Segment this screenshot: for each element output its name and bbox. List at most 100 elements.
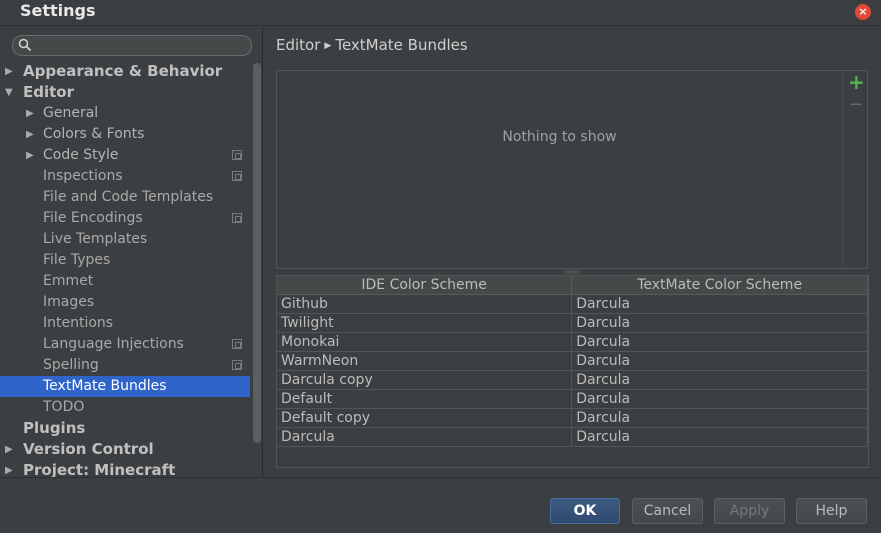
- textmate-color-scheme-cell[interactable]: Darcula: [571, 332, 868, 352]
- tree-item-label: Language Injections: [43, 336, 184, 352]
- bundles-toolbar: + −: [842, 71, 867, 268]
- project-settings-icon: [232, 213, 242, 223]
- textmate-color-scheme-cell[interactable]: Darcula: [571, 427, 868, 447]
- ide-color-scheme-cell[interactable]: Darcula copy: [277, 370, 573, 390]
- tree-item-general[interactable]: ▶ General: [0, 103, 250, 124]
- search-field[interactable]: [12, 35, 252, 56]
- expand-arrow-right-icon[interactable]: ▶: [5, 460, 15, 477]
- tree-item-live-templates[interactable]: Live Templates: [0, 229, 250, 250]
- search-icon: [18, 38, 32, 52]
- table-row[interactable]: WarmNeon Darcula: [277, 351, 868, 371]
- tree-item-label: Editor: [23, 83, 74, 101]
- ide-color-scheme-cell[interactable]: Github: [277, 294, 573, 314]
- table-row[interactable]: Twilight Darcula: [277, 313, 868, 333]
- tree-item-language-injections[interactable]: Language Injections: [0, 334, 250, 355]
- textmate-color-scheme-cell[interactable]: Darcula: [571, 408, 868, 428]
- apply-button[interactable]: Apply: [714, 498, 785, 524]
- tree-item-label: TextMate Bundles: [43, 378, 167, 394]
- bundles-panel: Nothing to show + −: [276, 70, 868, 269]
- scrollbar-thumb[interactable]: [253, 63, 261, 443]
- tree-item-label: Code Style: [43, 147, 119, 163]
- tree-item-project-minecraft[interactable]: ▶ Project: Minecraft: [0, 460, 250, 477]
- tree-item-editor[interactable]: ▼ Editor: [0, 82, 250, 103]
- tree-item-label: File Types: [43, 252, 111, 268]
- breadcrumb-parent[interactable]: Editor: [276, 36, 320, 54]
- add-bundle-button[interactable]: +: [848, 72, 865, 92]
- tree-item-label: General: [43, 105, 99, 121]
- textmate-color-scheme-cell[interactable]: Darcula: [571, 370, 868, 390]
- table-header-row: IDE Color Scheme TextMate Color Scheme: [277, 276, 868, 295]
- ide-color-scheme-cell[interactable]: Darcula: [277, 427, 573, 447]
- search-input[interactable]: [35, 37, 245, 54]
- tree-item-label: Plugins: [23, 419, 86, 437]
- help-button[interactable]: Help: [796, 498, 867, 524]
- tree-item-inspections[interactable]: Inspections: [0, 166, 250, 187]
- tree-item-colors-fonts[interactable]: ▶ Colors & Fonts: [0, 124, 250, 145]
- expand-arrow-right-icon[interactable]: ▶: [5, 439, 15, 460]
- tree-item-label: Inspections: [43, 168, 123, 184]
- cancel-button[interactable]: Cancel: [632, 498, 703, 524]
- project-settings-icon: [232, 339, 242, 349]
- table-row[interactable]: Github Darcula: [277, 294, 868, 314]
- tree-item-spelling[interactable]: Spelling: [0, 355, 250, 376]
- table-row[interactable]: Darcula copy Darcula: [277, 370, 868, 390]
- tree-item-label: File and Code Templates: [43, 189, 214, 205]
- dialog-footer: OK Cancel Apply Help: [0, 477, 881, 533]
- ide-color-scheme-cell[interactable]: Default copy: [277, 408, 573, 428]
- tree-item-label: Images: [43, 294, 95, 310]
- textmate-color-scheme-header[interactable]: TextMate Color Scheme: [571, 276, 868, 295]
- tree-item-label: Intentions: [43, 315, 114, 331]
- tree-item-intentions[interactable]: Intentions: [0, 313, 250, 334]
- tree-item-images[interactable]: Images: [0, 292, 250, 313]
- tree-item-file-and-code-templates[interactable]: File and Code Templates: [0, 187, 250, 208]
- ide-color-scheme-cell[interactable]: Monokai: [277, 332, 573, 352]
- tree-item-label: TODO: [43, 399, 85, 415]
- ide-color-scheme-cell[interactable]: Twilight: [277, 313, 573, 333]
- tree-item-code-style[interactable]: ▶ Code Style: [0, 145, 250, 166]
- table-row[interactable]: Monokai Darcula: [277, 332, 868, 352]
- ide-color-scheme-header[interactable]: IDE Color Scheme: [277, 276, 573, 295]
- table-empty-area: [277, 446, 868, 465]
- tree-item-file-encodings[interactable]: File Encodings: [0, 208, 250, 229]
- color-scheme-table: IDE Color Scheme TextMate Color Scheme G…: [276, 275, 869, 468]
- remove-bundle-button[interactable]: −: [848, 96, 864, 114]
- tree-item-label: Appearance & Behavior: [23, 62, 223, 80]
- table-row[interactable]: Default copy Darcula: [277, 408, 868, 428]
- table-row[interactable]: Default Darcula: [277, 389, 868, 409]
- tree-item-version-control[interactable]: ▶ Version Control: [0, 439, 250, 460]
- expand-arrow-right-icon[interactable]: ▶: [26, 124, 36, 145]
- ide-color-scheme-cell[interactable]: Default: [277, 389, 573, 409]
- tree-item-file-types[interactable]: File Types: [0, 250, 250, 271]
- tree-item-label: Spelling: [43, 357, 99, 373]
- tree-item-textmate-bundles[interactable]: TextMate Bundles: [0, 376, 250, 397]
- tree-item-emmet[interactable]: Emmet: [0, 271, 250, 292]
- tree-item-label: Project: Minecraft: [23, 461, 176, 477]
- expand-arrow-right-icon[interactable]: ▶: [5, 61, 15, 82]
- textmate-color-scheme-cell[interactable]: Darcula: [571, 351, 868, 371]
- tree-item-label: Version Control: [23, 440, 154, 458]
- ide-color-scheme-cell[interactable]: WarmNeon: [277, 351, 573, 371]
- tree-item-appearance-behavior[interactable]: ▶ Appearance & Behavior: [0, 61, 250, 82]
- close-icon[interactable]: ×: [855, 4, 871, 20]
- textmate-color-scheme-cell[interactable]: Darcula: [571, 294, 868, 314]
- expand-arrow-right-icon[interactable]: ▶: [26, 145, 36, 166]
- settings-tree: ▶ Appearance & Behavior ▼ Editor ▶ General ▶ Co…: [0, 61, 250, 477]
- project-settings-icon: [232, 150, 242, 160]
- title-bar: Settings ×: [0, 0, 881, 26]
- tree-item-label: Live Templates: [43, 231, 148, 247]
- tree-item-label: File Encodings: [43, 210, 143, 226]
- textmate-color-scheme-cell[interactable]: Darcula: [571, 389, 868, 409]
- project-settings-icon: [232, 360, 242, 370]
- tree-item-plugins[interactable]: Plugins: [0, 418, 250, 439]
- expand-arrow-down-icon[interactable]: ▼: [5, 82, 15, 103]
- sidebar-scrollbar[interactable]: [252, 61, 262, 477]
- breadcrumb: Editor ▶ TextMate Bundles: [276, 36, 468, 54]
- ok-button[interactable]: OK: [550, 498, 620, 524]
- tree-item-label: Emmet: [43, 273, 94, 289]
- bundles-list[interactable]: Nothing to show: [277, 71, 842, 268]
- table-row[interactable]: Darcula Darcula: [277, 427, 868, 447]
- splitter-handle[interactable]: [564, 270, 580, 274]
- expand-arrow-right-icon[interactable]: ▶: [26, 103, 36, 124]
- tree-item-todo[interactable]: TODO: [0, 397, 250, 418]
- textmate-color-scheme-cell[interactable]: Darcula: [571, 313, 868, 333]
